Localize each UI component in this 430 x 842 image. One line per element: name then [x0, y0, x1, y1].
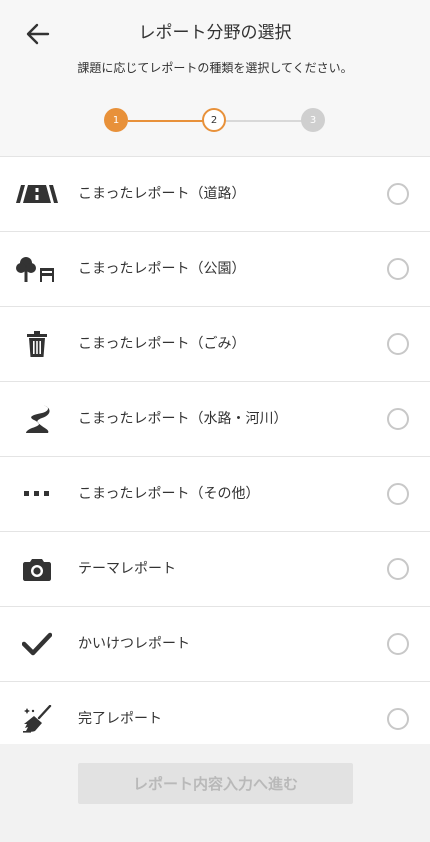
page-subtitle: 課題に応じてレポートの種類を選択してください。 — [77, 61, 353, 75]
header: レポート分野の選択 課題に応じてレポートの種類を選択してください。 1 2 3 — [0, 0, 430, 156]
radio-button[interactable] — [387, 258, 409, 280]
park-icon — [16, 232, 58, 306]
radio-button[interactable] — [387, 183, 409, 205]
page-title: レポート分野の選択 — [138, 23, 292, 43]
more-icon — [16, 457, 58, 531]
radio-button[interactable] — [387, 558, 409, 580]
step-1: 1 — [104, 108, 128, 132]
step-3: 3 — [301, 108, 325, 132]
report-type-list: こまったレポート（道路） こまったレポート（公園） こまったレポート（ごみ） こ… — [0, 156, 430, 756]
report-type-park[interactable]: こまったレポート（公園） — [0, 231, 430, 306]
report-type-trash[interactable]: こまったレポート（ごみ） — [0, 306, 430, 381]
camera-icon — [16, 532, 58, 606]
report-type-road[interactable]: こまったレポート（道路） — [0, 156, 430, 231]
report-type-label: こまったレポート（その他） — [78, 486, 260, 502]
report-type-other[interactable]: こまったレポート（その他） — [0, 456, 430, 531]
report-type-label: テーマレポート — [78, 561, 176, 577]
report-type-label: かいけつレポート — [78, 636, 190, 652]
step-line-done — [128, 120, 205, 122]
report-type-label: こまったレポート（水路・河川） — [78, 411, 288, 427]
radio-button[interactable] — [387, 633, 409, 655]
next-button[interactable]: レポート内容入力へ進む — [78, 763, 353, 804]
check-icon — [16, 607, 58, 681]
trash-icon — [16, 307, 58, 381]
report-type-solved[interactable]: かいけつレポート — [0, 606, 430, 681]
step-3-label: 3 — [309, 114, 317, 126]
radio-button[interactable] — [387, 708, 409, 730]
radio-button[interactable] — [387, 483, 409, 505]
report-type-theme[interactable]: テーマレポート — [0, 531, 430, 606]
road-icon — [16, 157, 58, 231]
step-line-pending — [226, 120, 304, 122]
radio-button[interactable] — [387, 333, 409, 355]
report-type-river[interactable]: こまったレポート（水路・河川） — [0, 381, 430, 456]
report-type-label: こまったレポート（道路） — [78, 186, 246, 202]
report-type-label: こまったレポート（ごみ） — [78, 336, 246, 352]
report-type-label: こまったレポート（公園） — [78, 261, 246, 277]
step-2-label: 2 — [210, 114, 218, 126]
footer: レポート内容入力へ進む — [0, 744, 430, 842]
step-1-label: 1 — [112, 114, 120, 126]
radio-button[interactable] — [387, 408, 409, 430]
step-2: 2 — [202, 108, 226, 132]
river-icon — [16, 382, 58, 456]
